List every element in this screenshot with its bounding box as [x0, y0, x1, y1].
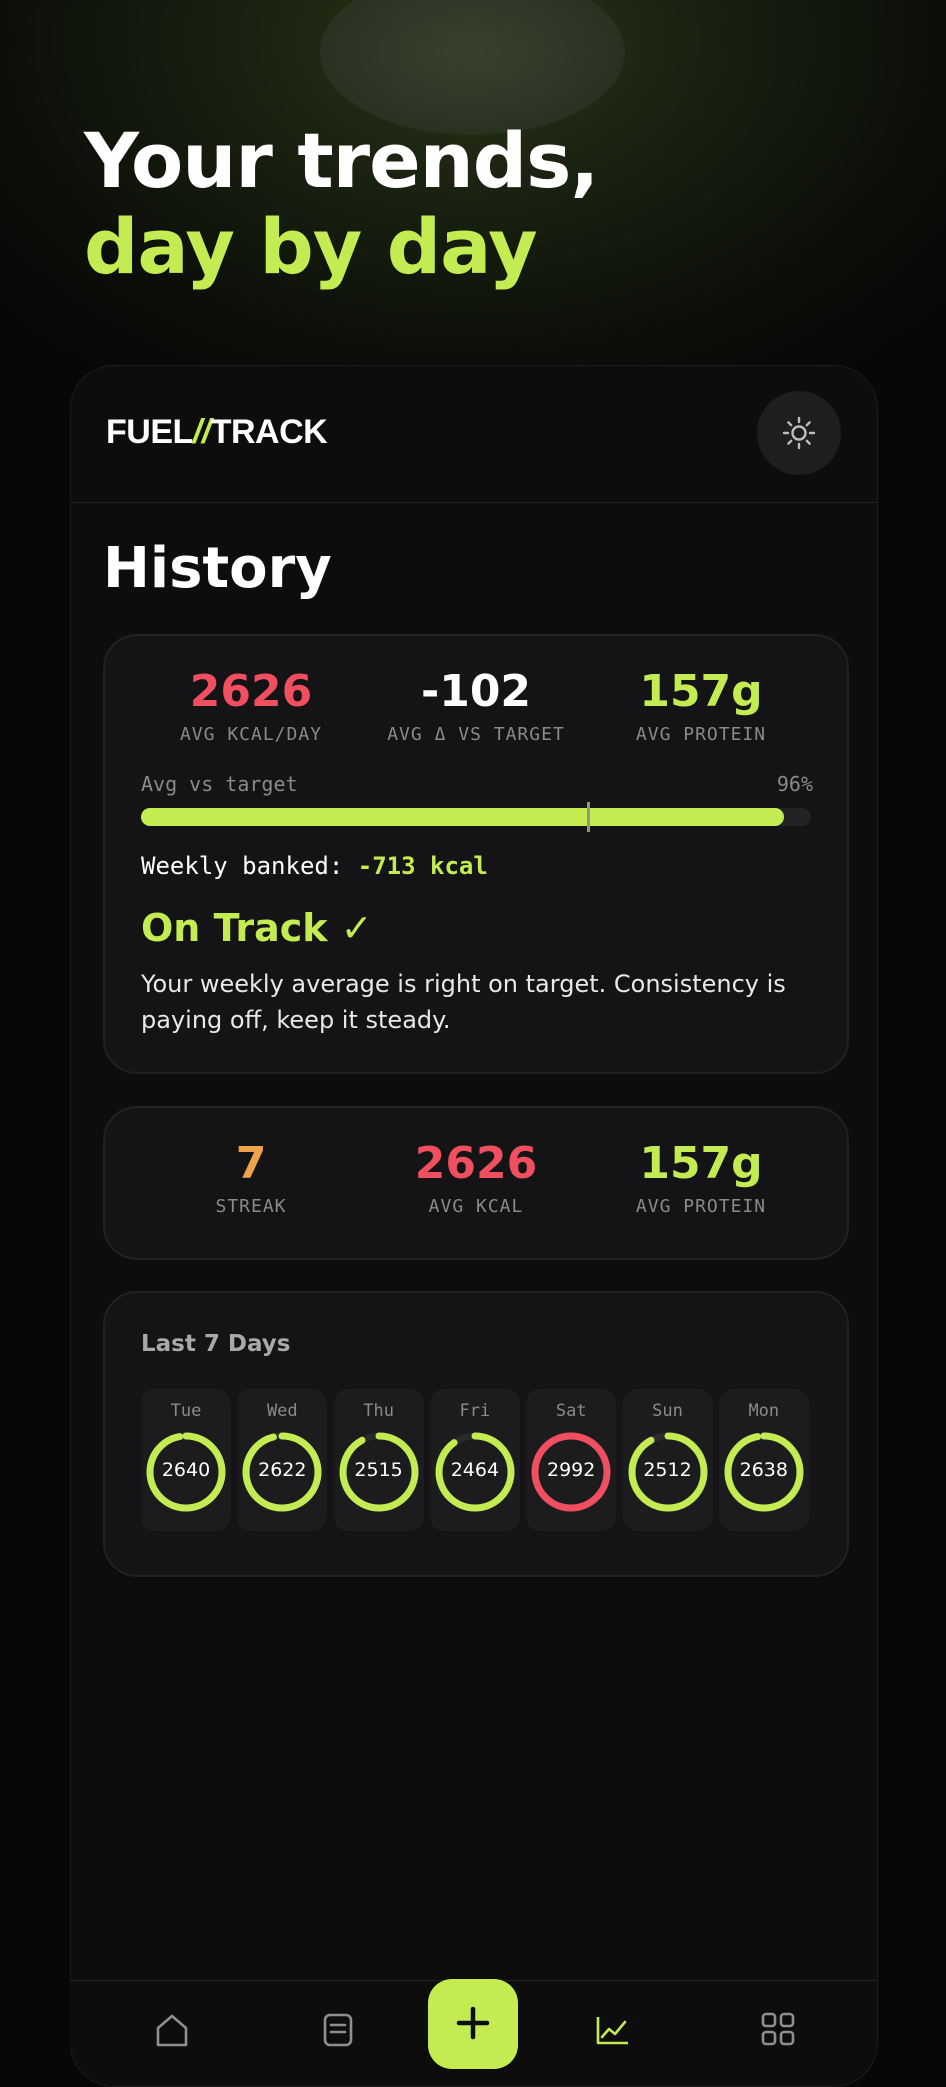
avg-kcal-value: 2626	[189, 666, 313, 717]
target-marker	[586, 802, 590, 832]
day-name: Sat	[555, 1401, 587, 1421]
streak-label: STREAK	[215, 1196, 287, 1217]
last-7-days-card: Last 7 Days Tue 2640 Wed 2622 Thu 2515 Fri 2464…	[103, 1291, 849, 1577]
progress-bar	[141, 802, 811, 832]
top-bar: FUEL//TRACK	[71, 366, 877, 503]
day-tile-fri[interactable]: Fri 2464	[429, 1389, 520, 1531]
progress-fill	[141, 808, 785, 826]
hero-heading: Your trends, day by day	[84, 116, 599, 291]
grid-icon[interactable]	[758, 2009, 798, 2049]
log-icon[interactable]	[318, 2009, 358, 2049]
avg-kcal-stat: 2626 AVG KCAL/DAY	[141, 666, 361, 745]
progress-label: Avg vs target	[141, 772, 298, 796]
status-title: On Track ✓	[141, 906, 373, 950]
avg-kcal-value-2: 2626	[414, 1138, 538, 1189]
app-panel: FUEL//TRACK History 2626 AVG KCAL/DAY -1…	[70, 365, 878, 2087]
avg-protein-value-2: 157g	[639, 1138, 763, 1189]
progress-percent: 96%	[776, 772, 813, 796]
avg-kcal-stat-2: 2626 AVG KCAL	[366, 1138, 586, 1217]
day-tile-sat[interactable]: Sat 2992	[526, 1389, 617, 1531]
summary-card: 2626 AVG KCAL/DAY -102 AVG Δ VS TARGET 1…	[103, 634, 849, 1074]
day-name: Wed	[266, 1401, 298, 1421]
day-kcal: 2512	[643, 1459, 692, 1481]
day-name: Tue	[170, 1401, 202, 1421]
streak-value: 7	[235, 1138, 267, 1189]
week-title: Last 7 Days	[141, 1331, 291, 1357]
banked-label: Weekly banked:	[141, 852, 344, 880]
brand-slash: //	[192, 413, 211, 451]
avg-delta-value: -102	[420, 666, 532, 717]
page-title: History	[103, 536, 332, 601]
home-icon[interactable]	[152, 2009, 192, 2049]
app-logo[interactable]: FUEL//TRACK	[106, 413, 328, 452]
day-list: Tue 2640 Wed 2622 Thu 2515 Fri 2464 Sat 2992 Sun 25…	[141, 1389, 813, 1531]
stats-card: 7 STREAK 2626 AVG KCAL 157g AVG PROTEIN	[103, 1106, 849, 1260]
day-tile-wed[interactable]: Wed 2622	[237, 1389, 328, 1531]
sun-icon	[782, 416, 816, 450]
day-name: Thu	[363, 1401, 394, 1421]
brand-part-1: FUEL	[106, 413, 193, 451]
hero-line-2: day by day	[84, 202, 538, 291]
day-tile-thu[interactable]: Thu 2515	[333, 1389, 424, 1531]
status-description: Your weekly average is right on target. …	[141, 970, 786, 1034]
add-entry-button[interactable]	[428, 1979, 518, 2069]
day-name: Fri	[459, 1401, 491, 1421]
avg-protein-value: 157g	[639, 666, 763, 717]
avg-protein-label: AVG PROTEIN	[635, 724, 767, 745]
add-icon	[456, 2006, 490, 2040]
brand-part-2: TRACK	[210, 413, 328, 451]
day-kcal: 2464	[450, 1459, 500, 1481]
day-kcal: 2640	[161, 1459, 211, 1481]
day-name: Mon	[748, 1401, 780, 1421]
avg-protein-stat: 157g AVG PROTEIN	[591, 666, 811, 745]
avg-delta-label: AVG Δ VS TARGET	[387, 724, 565, 745]
day-name: Sun	[652, 1401, 683, 1421]
day-tile-sun[interactable]: Sun 2512	[622, 1389, 713, 1531]
day-tile-tue[interactable]: Tue 2640	[141, 1389, 231, 1531]
avg-kcal-label-2: AVG KCAL	[428, 1196, 524, 1217]
hero-line-1: Your trends,	[84, 116, 599, 205]
avg-protein-label-2: AVG PROTEIN	[635, 1196, 767, 1217]
streak-stat: 7 STREAK	[141, 1138, 361, 1217]
avg-kcal-label: AVG KCAL/DAY	[179, 724, 323, 745]
day-kcal: 2638	[739, 1459, 788, 1481]
day-tile-mon[interactable]: Mon 2638	[718, 1389, 809, 1531]
day-kcal: 2515	[354, 1459, 403, 1481]
day-kcal: 2992	[547, 1459, 596, 1481]
avg-protein-stat-2: 157g AVG PROTEIN	[591, 1138, 811, 1217]
banked-value: -713 kcal	[357, 852, 488, 880]
day-kcal: 2622	[258, 1459, 307, 1481]
trends-icon[interactable]	[592, 2009, 632, 2049]
theme-toggle-button[interactable]	[757, 391, 841, 475]
avg-delta-stat: -102 AVG Δ VS TARGET	[366, 666, 586, 745]
weekly-banked: Weekly banked: -713 kcal	[141, 852, 488, 880]
